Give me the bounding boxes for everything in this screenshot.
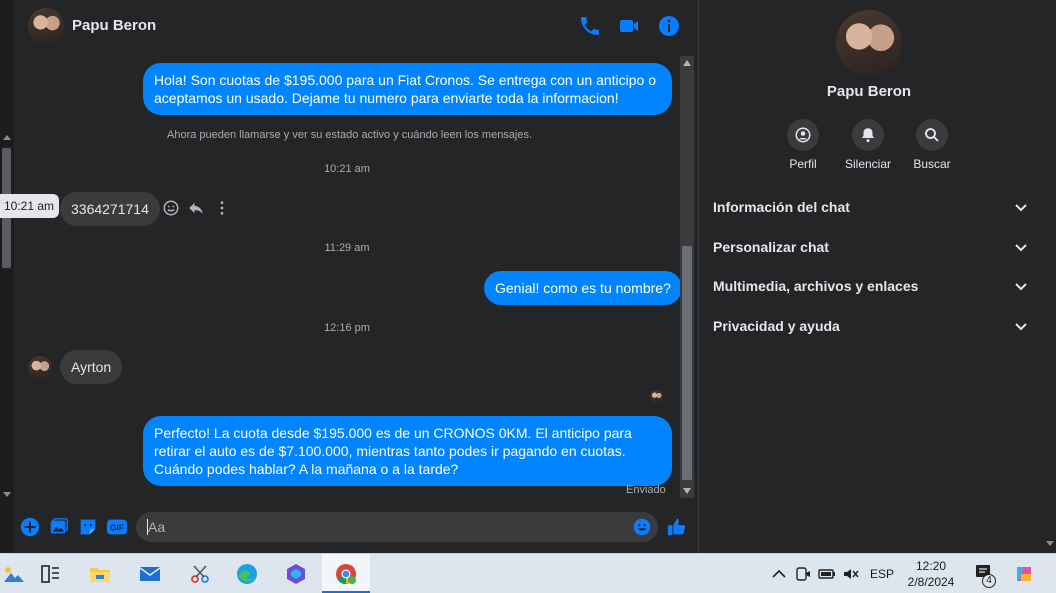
outgoing-message[interactable]: Perfecto! La cuota desde $195.000 es de … [143, 416, 672, 486]
system-notice: Ahora pueden llamarse y ver su estado ac… [167, 129, 533, 141]
scroll-down-arrow[interactable] [683, 488, 691, 494]
scroll-down-arrow[interactable] [1046, 541, 1054, 546]
incoming-message[interactable]: 3364271714 [60, 192, 160, 226]
left-scrollbar[interactable] [0, 0, 14, 553]
scroll-thumb[interactable] [682, 246, 692, 480]
file-explorer-icon[interactable] [86, 560, 114, 588]
chat-header: Papu Beron [14, 0, 698, 52]
seen-indicator-avatar [650, 390, 663, 403]
mute-label: Silenciar [844, 157, 892, 171]
search-label: Buscar [913, 157, 951, 171]
contact-avatar[interactable] [28, 8, 64, 44]
chat-panel: Papu Beron Hola! Son cuotas de $195.000 … [14, 0, 698, 553]
chevron-down-icon [1013, 318, 1029, 334]
section-label: Privacidad y ayuda [713, 318, 840, 334]
snipping-tool-icon[interactable] [186, 560, 214, 588]
volume-muted-icon[interactable] [842, 565, 860, 583]
copilot-icon[interactable] [282, 560, 310, 588]
outgoing-message[interactable]: Hola! Son cuotas de $195.000 para un Fia… [143, 63, 672, 115]
info-icon[interactable] [657, 14, 681, 38]
chat-info-panel: Papu Beron Perfil Silenciar Buscar Infor… [698, 0, 1042, 553]
section-label: Multimedia, archivos y enlaces [713, 278, 919, 294]
reply-icon[interactable] [187, 199, 205, 217]
bell-icon [862, 128, 874, 143]
text-caret [147, 519, 148, 535]
task-view-icon[interactable] [36, 560, 64, 588]
phone-call-icon[interactable] [578, 14, 602, 38]
copilot-preview-icon[interactable] [1014, 564, 1034, 584]
smiley-react-icon[interactable] [162, 199, 180, 217]
video-call-icon[interactable] [617, 14, 641, 38]
weather-icon[interactable] [0, 560, 28, 588]
message-input[interactable] [136, 512, 658, 542]
incoming-message[interactable]: Ayrton [60, 350, 123, 384]
battery-icon[interactable] [818, 565, 836, 583]
gif-icon[interactable]: GIF [106, 516, 128, 538]
profile-button[interactable]: Perfil [768, 119, 838, 171]
composer: GIF [14, 504, 698, 550]
sender-avatar[interactable] [28, 356, 52, 380]
clock-date: 2/8/2024 [907, 575, 955, 589]
profile-avatar[interactable] [836, 10, 902, 76]
chrome-icon[interactable] [332, 560, 360, 588]
message-status: Enviado [626, 484, 666, 496]
mute-button[interactable]: Silenciar [833, 119, 903, 171]
notification-badge: 4 [982, 574, 996, 588]
timestamp: 11:29 am [324, 242, 370, 254]
mail-icon[interactable] [136, 560, 164, 588]
chevron-up-icon[interactable] [770, 565, 788, 583]
language-indicator[interactable]: ESP [870, 567, 894, 581]
scroll-up-arrow[interactable] [3, 135, 11, 140]
edge-icon[interactable] [233, 560, 261, 588]
search-button[interactable]: Buscar [897, 119, 967, 171]
section-label: Personalizar chat [713, 239, 829, 255]
thumbs-up-icon[interactable] [666, 516, 688, 538]
emoji-icon[interactable] [631, 516, 653, 538]
meet-now-icon[interactable] [794, 565, 812, 583]
message-list[interactable]: Hola! Son cuotas de $195.000 para un Fia… [14, 52, 698, 500]
chevron-down-icon [1013, 278, 1029, 294]
section-media-files[interactable]: Multimedia, archivos y enlaces [713, 274, 1029, 298]
timestamp: 12:16 pm [324, 322, 370, 334]
section-customize-chat[interactable]: Personalizar chat [713, 235, 1029, 259]
section-label: Información del chat [713, 199, 850, 215]
search-icon [925, 128, 939, 142]
scroll-up-arrow[interactable] [683, 60, 691, 66]
image-attach-icon[interactable] [48, 516, 70, 538]
more-options-icon[interactable] [213, 199, 231, 217]
contact-name[interactable]: Papu Beron [72, 17, 156, 34]
message-scrollbar[interactable] [680, 56, 694, 498]
timestamp: 10:21 am [324, 163, 370, 175]
plus-icon[interactable] [19, 516, 41, 538]
scroll-down-arrow[interactable] [3, 492, 11, 497]
clock-time: 12:20 [915, 559, 947, 573]
taskbar: ESP 12:20 2/8/2024 4 [0, 553, 1056, 593]
timestamp-tooltip: 10:21 am [0, 194, 60, 218]
sticker-icon[interactable] [77, 516, 99, 538]
chevron-down-icon [1013, 239, 1029, 255]
profile-label: Perfil [789, 157, 817, 171]
profile-name: Papu Beron [826, 83, 912, 100]
svg-text:GIF: GIF [110, 524, 124, 533]
section-privacy-help[interactable]: Privacidad y ayuda [713, 314, 1029, 338]
chevron-down-icon [1013, 199, 1029, 215]
outgoing-message[interactable]: Genial! como es tu nombre? [484, 271, 682, 305]
section-chat-info[interactable]: Información del chat [713, 195, 1029, 219]
right-scrollbar[interactable] [1042, 0, 1056, 553]
profile-icon [795, 127, 811, 143]
clock[interactable]: 12:20 2/8/2024 [900, 558, 962, 590]
